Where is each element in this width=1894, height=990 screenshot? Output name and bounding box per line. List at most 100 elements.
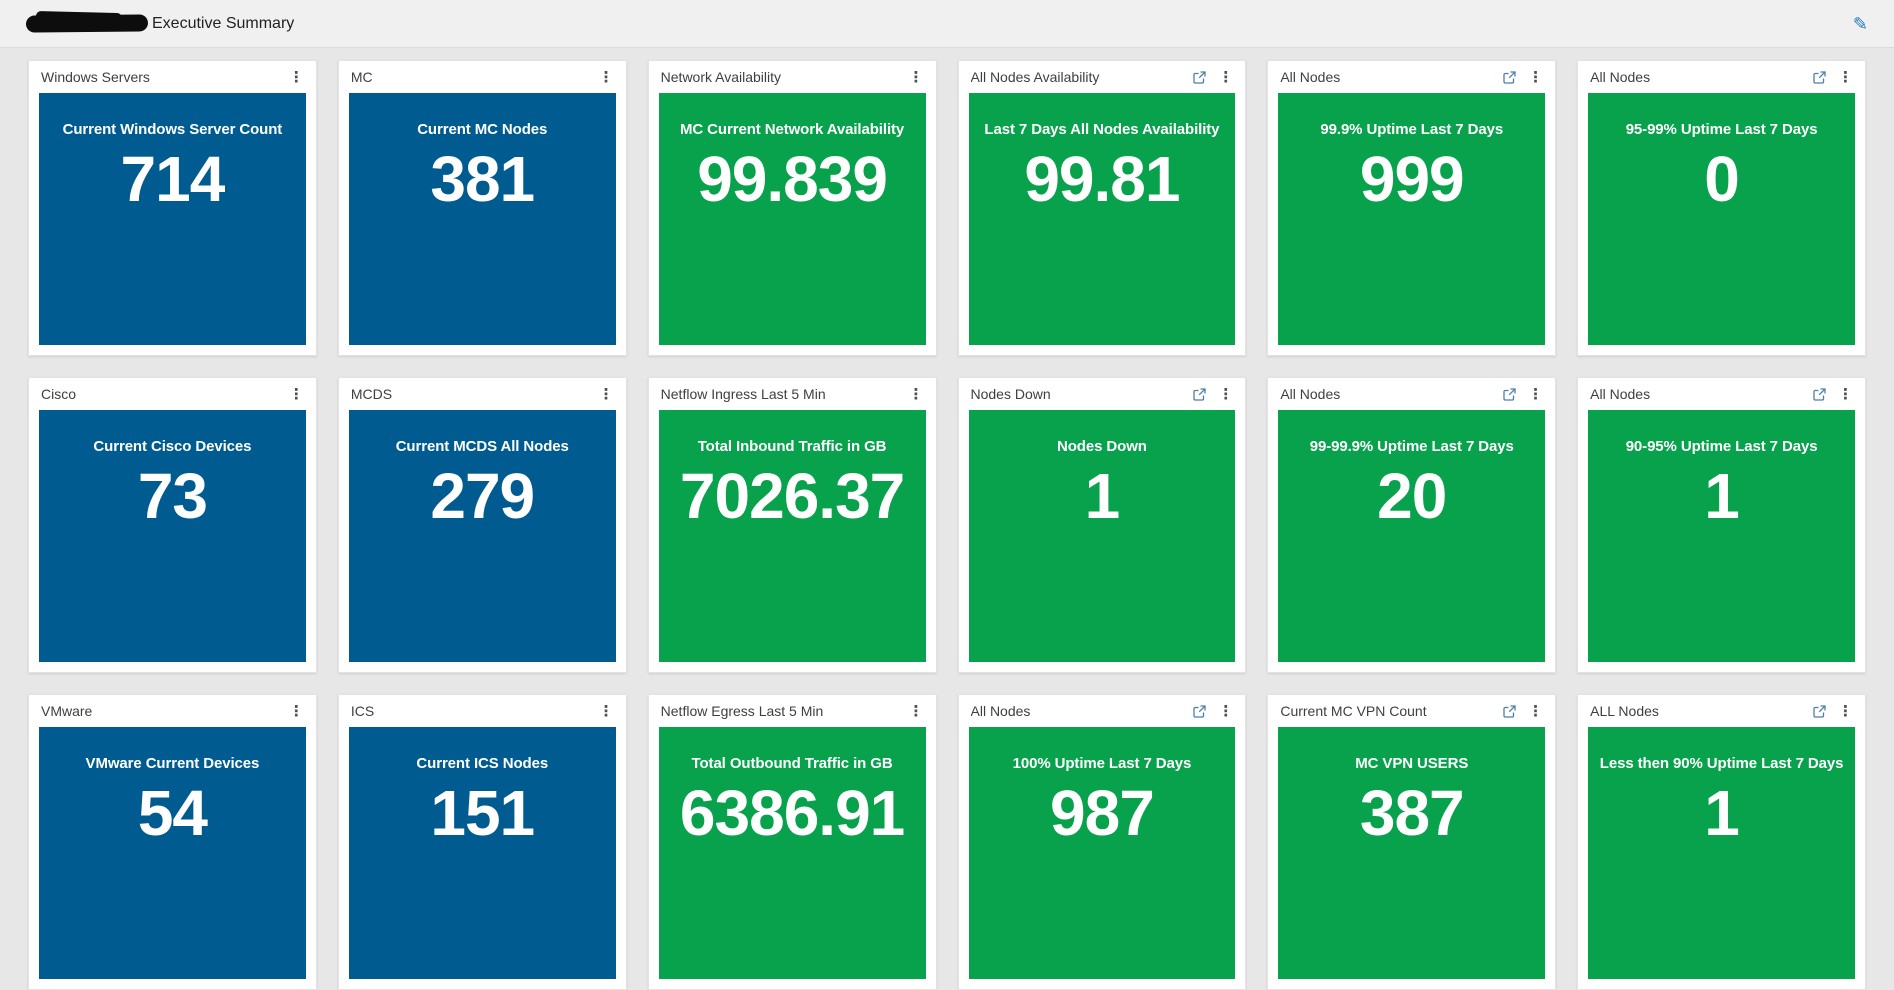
kebab-menu-icon[interactable]: ⋮ xyxy=(289,387,304,402)
metric-tile[interactable]: 90-95% Uptime Last 7 Days 1 xyxy=(1588,410,1855,662)
card-header: VMware ⋮ xyxy=(29,695,316,725)
card-header: All Nodes ⋮ xyxy=(1268,61,1555,91)
kebab-menu-icon[interactable]: ⋮ xyxy=(1838,704,1853,719)
card-title: Netflow Egress Last 5 Min xyxy=(660,703,824,719)
kebab-menu-icon[interactable]: ⋮ xyxy=(1218,704,1233,719)
metric-tile[interactable]: 99-99.9% Uptime Last 7 Days 20 xyxy=(1278,410,1546,662)
kebab-menu-icon[interactable]: ⋮ xyxy=(289,70,304,85)
card-title: ICS xyxy=(350,703,375,719)
dashboard-grid: Windows Servers ⋮ Current Windows Server… xyxy=(0,48,1894,990)
card-all-nodes-99-999-uptime: All Nodes ⋮ 99-99.9% Uptime Last 7 Days … xyxy=(1267,377,1557,673)
card-header: ICS ⋮ xyxy=(339,695,626,725)
metric-tile[interactable]: Current Windows Server Count 714 xyxy=(39,93,306,345)
card-header: Cisco ⋮ xyxy=(29,378,316,408)
metric-tile[interactable]: Total Inbound Traffic in GB 7026.37 xyxy=(658,410,926,662)
metric-value: 1 xyxy=(1704,460,1740,532)
metric-value: 6386.91 xyxy=(679,777,905,849)
metric-value: 0 xyxy=(1704,143,1740,215)
open-in-new-window-icon[interactable] xyxy=(1813,387,1826,401)
open-in-new-window-icon[interactable] xyxy=(1503,70,1516,84)
metric-value: 20 xyxy=(1377,460,1447,532)
metric-label: 95-99% Uptime Last 7 Days xyxy=(1625,121,1818,138)
card-title: VMware xyxy=(41,703,93,719)
metric-tile[interactable]: 100% Uptime Last 7 Days 987 xyxy=(968,727,1236,979)
metric-tile[interactable]: Current MCDS All Nodes 279 xyxy=(348,410,616,662)
open-in-new-window-icon[interactable] xyxy=(1193,704,1206,718)
metric-tile[interactable]: 99.9% Uptime Last 7 Days 999 xyxy=(1278,93,1546,345)
card-header: All Nodes ⋮ xyxy=(1578,378,1865,408)
card-header: All Nodes ⋮ xyxy=(959,695,1246,725)
card-mcds: MCDS ⋮ Current MCDS All Nodes 279 xyxy=(337,377,627,673)
card-title: Nodes Down xyxy=(970,386,1051,402)
card-header: Network Availability ⋮ xyxy=(649,61,936,91)
metric-tile[interactable]: Last 7 Days All Nodes Availability 99.81 xyxy=(968,93,1236,345)
metric-tile[interactable]: MC Current Network Availability 99.839 xyxy=(658,93,926,345)
card-netflow-ingress: Netflow Ingress Last 5 Min ⋮ Total Inbou… xyxy=(647,377,937,673)
open-in-new-window-icon[interactable] xyxy=(1813,704,1826,718)
metric-value: 279 xyxy=(430,460,535,532)
card-nodes-down: Nodes Down ⋮ Nodes Down 1 xyxy=(957,377,1247,673)
kebab-menu-icon[interactable]: ⋮ xyxy=(599,387,614,402)
kebab-menu-icon[interactable]: ⋮ xyxy=(909,387,924,402)
card-title: MCDS xyxy=(350,386,393,402)
metric-label: Current MC Nodes xyxy=(417,121,548,138)
kebab-menu-icon[interactable]: ⋮ xyxy=(599,70,614,85)
kebab-menu-icon[interactable]: ⋮ xyxy=(289,704,304,719)
card-title: All Nodes xyxy=(1280,386,1341,402)
metric-value: 387 xyxy=(1359,777,1465,849)
kebab-menu-icon[interactable]: ⋮ xyxy=(1218,387,1233,402)
open-in-new-window-icon[interactable] xyxy=(1193,70,1206,84)
card-header: Windows Servers ⋮ xyxy=(29,61,316,91)
metric-value: 7026.37 xyxy=(679,460,905,532)
open-in-new-window-icon[interactable] xyxy=(1503,387,1516,401)
edit-pencil-icon[interactable]: ✎ xyxy=(1853,15,1868,33)
metric-label: MC Current Network Availability xyxy=(679,121,905,138)
metric-tile[interactable]: Current MC Nodes 381 xyxy=(348,93,616,345)
open-in-new-window-icon[interactable] xyxy=(1813,70,1826,84)
kebab-menu-icon[interactable]: ⋮ xyxy=(909,70,924,85)
metric-label: Current Cisco Devices xyxy=(93,438,252,455)
metric-value: 54 xyxy=(137,777,208,849)
metric-value: 73 xyxy=(137,460,208,532)
card-title: All Nodes xyxy=(1590,386,1651,402)
card-title: Network Availability xyxy=(660,69,782,85)
metric-label: Total Inbound Traffic in GB xyxy=(697,438,887,455)
metric-tile[interactable]: Current Cisco Devices 73 xyxy=(39,410,306,662)
metric-value: 381 xyxy=(430,143,535,215)
metric-label: Total Outbound Traffic in GB xyxy=(691,755,893,772)
kebab-menu-icon[interactable]: ⋮ xyxy=(1528,387,1543,402)
kebab-menu-icon[interactable]: ⋮ xyxy=(1838,70,1853,85)
metric-tile[interactable]: Current ICS Nodes 151 xyxy=(348,727,616,979)
metric-tile[interactable]: 95-99% Uptime Last 7 Days 0 xyxy=(1588,93,1855,345)
kebab-menu-icon[interactable]: ⋮ xyxy=(1528,70,1543,85)
card-title: MC xyxy=(350,69,373,85)
metric-value: 99.839 xyxy=(697,143,888,215)
page-title: Executive Summary xyxy=(152,14,295,32)
kebab-menu-icon[interactable]: ⋮ xyxy=(1838,387,1853,402)
kebab-menu-icon[interactable]: ⋮ xyxy=(909,704,924,719)
card-title: All Nodes xyxy=(1280,69,1341,85)
metric-value: 151 xyxy=(430,777,535,849)
metric-tile[interactable]: MC VPN USERS 387 xyxy=(1278,727,1546,979)
metric-value: 987 xyxy=(1050,777,1155,849)
kebab-menu-icon[interactable]: ⋮ xyxy=(1528,704,1543,719)
metric-value: 99.81 xyxy=(1024,143,1180,215)
card-all-nodes-95-99-uptime: All Nodes ⋮ 95-99% Uptime Last 7 Days 0 xyxy=(1577,60,1866,356)
metric-tile[interactable]: Total Outbound Traffic in GB 6386.91 xyxy=(658,727,926,979)
card-all-nodes-100-uptime: All Nodes ⋮ 100% Uptime Last 7 Days 987 xyxy=(957,694,1247,990)
card-all-nodes-90-95-uptime: All Nodes ⋮ 90-95% Uptime Last 7 Days 1 xyxy=(1577,377,1866,673)
metric-label: VMware Current Devices xyxy=(85,755,260,772)
card-ics: ICS ⋮ Current ICS Nodes 151 xyxy=(337,694,627,990)
metric-label: Less then 90% Uptime Last 7 Days xyxy=(1599,755,1844,772)
card-title: ALL Nodes xyxy=(1590,703,1659,719)
open-in-new-window-icon[interactable] xyxy=(1503,704,1516,718)
metric-tile[interactable]: Nodes Down 1 xyxy=(968,410,1236,662)
metric-label: Last 7 Days All Nodes Availability xyxy=(984,121,1220,138)
metric-tile[interactable]: VMware Current Devices 54 xyxy=(39,727,306,979)
metric-label: 90-95% Uptime Last 7 Days xyxy=(1625,438,1818,455)
card-header: Nodes Down ⋮ xyxy=(959,378,1246,408)
kebab-menu-icon[interactable]: ⋮ xyxy=(1218,70,1233,85)
open-in-new-window-icon[interactable] xyxy=(1193,387,1206,401)
kebab-menu-icon[interactable]: ⋮ xyxy=(599,704,614,719)
metric-tile[interactable]: Less then 90% Uptime Last 7 Days 1 xyxy=(1588,727,1855,979)
